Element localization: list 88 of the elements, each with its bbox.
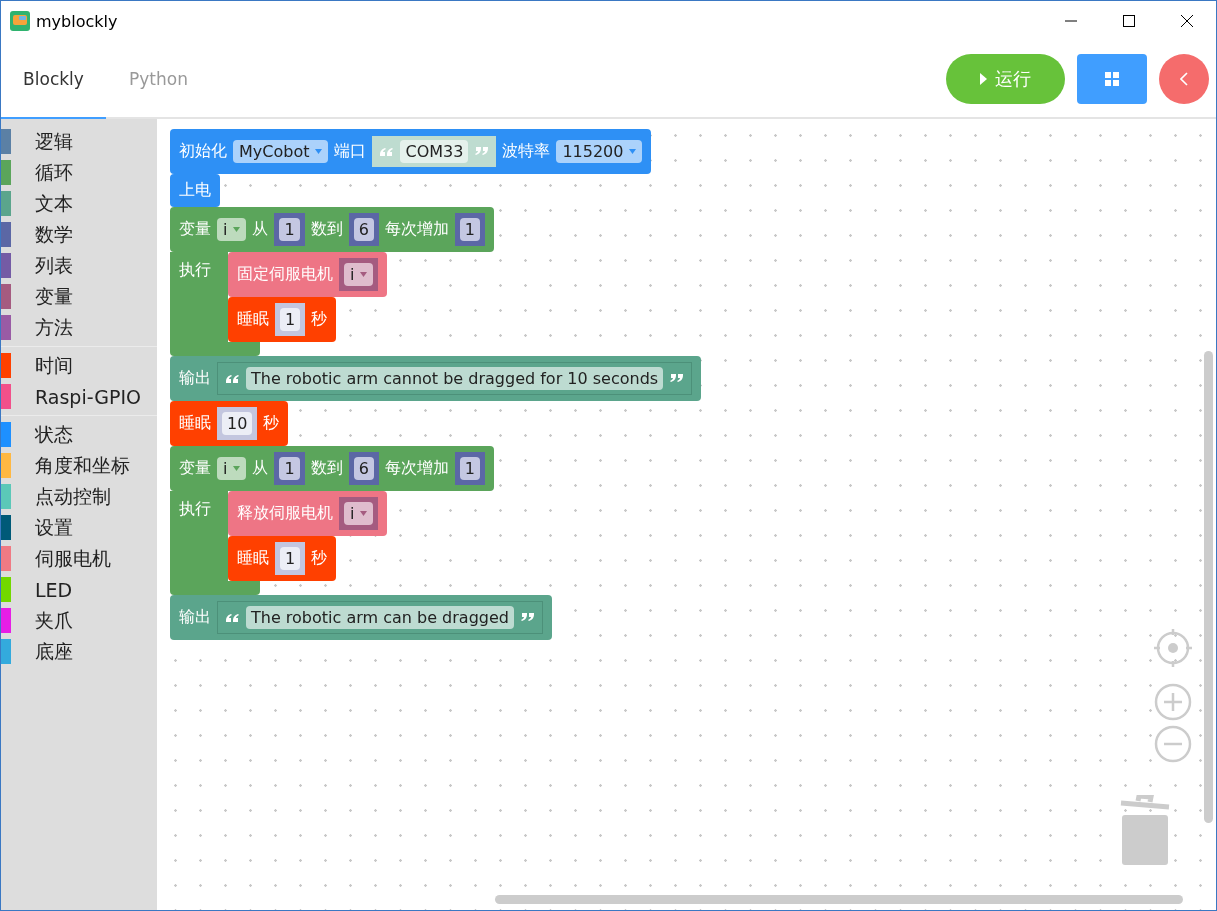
text-field[interactable]: The robotic arm can be dragged	[246, 606, 514, 629]
quote-icon	[669, 373, 686, 384]
category-item[interactable]: Raspi-GPIO	[35, 385, 141, 408]
block-label: 从	[252, 219, 269, 240]
category-item[interactable]: 底座	[35, 638, 73, 665]
code-block[interactable]: 释放伺服电机 i	[228, 491, 388, 536]
caret-icon	[315, 149, 323, 154]
category-item[interactable]: LED	[35, 578, 73, 601]
dropdown-field[interactable]: i	[217, 218, 247, 241]
maximize-icon	[1123, 15, 1135, 27]
dropdown-field[interactable]: 115200	[556, 140, 643, 163]
block-label: 端口	[334, 141, 367, 162]
code-block[interactable]: 输出 The robotic arm cannot be dragged for 10 seconds	[170, 356, 702, 401]
code-block[interactable]: 睡眠 1 秒	[228, 536, 337, 581]
text-field[interactable]: The robotic arm cannot be dragged for 10 seconds	[246, 367, 664, 390]
block-label: 睡眠	[179, 413, 211, 434]
zoom-out-icon[interactable]	[1154, 725, 1192, 763]
window-title: myblockly	[36, 11, 118, 31]
close-icon	[1181, 15, 1193, 27]
caret-icon	[233, 466, 241, 471]
caret-icon	[629, 149, 637, 154]
dropdown-field[interactable]: MyCobot	[233, 140, 329, 163]
code-block[interactable]: 固定伺服电机 i	[228, 252, 388, 297]
text-input-socket[interactable]: The robotic arm cannot be dragged for 10 seconds	[217, 362, 693, 395]
block-label: 输出	[179, 368, 211, 389]
category-item[interactable]: 状态	[35, 421, 73, 448]
loop-block-header[interactable]: 变量 i 从 1 数到 6 每次增加 1	[170, 446, 494, 491]
app-logo-icon	[10, 11, 30, 31]
category-item[interactable]: 夹爪	[35, 607, 73, 634]
text-input-socket[interactable]: COM33	[372, 136, 497, 167]
category-item[interactable]: 方法	[35, 314, 73, 341]
code-block[interactable]: 初始化 MyCobot 端口 COM33 波特率 115200	[170, 129, 652, 174]
play-icon	[980, 73, 987, 85]
block-label: 从	[252, 458, 269, 479]
code-block[interactable]: 睡眠 1 秒	[228, 297, 337, 342]
text-input-socket[interactable]: The robotic arm can be dragged	[217, 601, 543, 634]
block-label: 波特率	[502, 141, 551, 162]
back-button[interactable]	[1159, 54, 1209, 104]
horizontal-scrollbar[interactable]	[495, 895, 1183, 904]
block-label: 上电	[179, 180, 211, 201]
block-label: 变量	[179, 458, 211, 479]
block-label: 固定伺服电机	[237, 264, 333, 285]
block-label: 秒	[263, 413, 280, 434]
block-label: 变量	[179, 219, 211, 240]
code-block[interactable]: 睡眠 10 秒	[170, 401, 289, 446]
block-label: 睡眠	[237, 309, 269, 330]
dropdown-field[interactable]: i	[217, 457, 247, 480]
zoom-in-icon[interactable]	[1154, 683, 1192, 721]
category-item[interactable]: 循环	[35, 159, 73, 186]
recenter-icon[interactable]	[1154, 629, 1192, 667]
block-label: 秒	[311, 548, 328, 569]
category-item[interactable]: 伺服电机	[35, 545, 111, 572]
block-label: 每次增加	[384, 458, 449, 479]
block-label: 数到	[310, 219, 343, 240]
grid-button[interactable]	[1077, 54, 1147, 104]
loop-block-header[interactable]: 变量 i 从 1 数到 6 每次增加 1	[170, 207, 494, 252]
quote-icon	[519, 612, 536, 623]
block-label: 输出	[179, 607, 211, 628]
block-label: 每次增加	[384, 219, 449, 240]
quote-icon	[474, 146, 491, 157]
block-label: 秒	[311, 309, 328, 330]
vertical-scrollbar[interactable]	[1204, 351, 1213, 823]
caret-icon	[360, 272, 368, 277]
text-field[interactable]: COM33	[400, 140, 469, 163]
trash-icon[interactable]	[1118, 795, 1172, 865]
caret-icon	[233, 227, 241, 232]
block-label: 执行	[179, 260, 211, 279]
quote-icon	[224, 373, 240, 384]
grid-icon	[1105, 72, 1119, 86]
category-item[interactable]: 列表	[35, 252, 73, 279]
caret-icon	[360, 511, 368, 516]
block-label: 初始化	[179, 141, 227, 162]
block-label: 释放伺服电机	[237, 503, 333, 524]
category-item[interactable]: 文本	[35, 190, 73, 217]
category-item[interactable]: 设置	[35, 514, 73, 541]
code-block[interactable]: 输出 The robotic arm can be dragged	[170, 595, 552, 640]
category-item[interactable]: 逻辑	[35, 128, 73, 155]
category-item[interactable]: 时间	[35, 352, 73, 379]
quote-icon	[224, 612, 240, 623]
block-label: 数到	[310, 458, 343, 479]
block-label: 睡眠	[237, 548, 269, 569]
category-item[interactable]: 角度和坐标	[35, 452, 130, 479]
quote-icon	[378, 146, 395, 157]
category-item[interactable]: 数学	[35, 221, 73, 248]
chevron-left-icon	[1180, 72, 1188, 86]
category-item[interactable]: 变量	[35, 283, 73, 310]
category-item[interactable]: 点动控制	[35, 483, 111, 510]
block-label: 执行	[179, 499, 211, 518]
